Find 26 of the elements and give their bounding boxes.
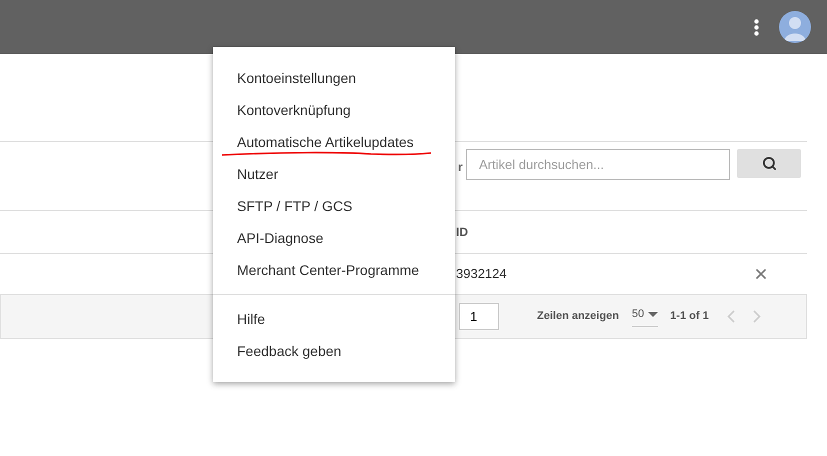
menu-item[interactable]: Kontoeinstellungen [213,62,455,94]
page-range: 1-1 of 1 [670,309,709,324]
menu-item[interactable]: Merchant Center-Programme [213,254,455,286]
search-label: r [458,159,464,176]
menu-item[interactable]: Automatische Artikelupdates [213,126,455,158]
menu-item[interactable]: API-Diagnose [213,222,455,254]
menu-item[interactable]: Kontoverknüpfung [213,94,455,126]
menu-item[interactable]: Hilfe [213,303,455,335]
avatar-icon[interactable] [779,11,811,43]
remove-icon[interactable] [753,266,769,282]
table-cell-text: 3932124 [456,265,507,284]
search-field[interactable]: Artikel durchsuchen... [466,149,730,180]
menu-item[interactable]: SFTP / FTP / GCS [213,190,455,222]
caret-icon [648,312,658,316]
rows-label: Zeilen anzeigen [537,309,619,324]
chevron-right-icon [752,310,761,323]
more-vertical-icon [754,18,759,36]
more-menu-button[interactable] [754,18,759,36]
menu-item[interactable]: Nutzer [213,158,455,190]
page-field[interactable]: 1 [459,303,499,330]
search-icon [762,156,776,171]
menu-item[interactable]: Feedback geben [213,335,455,367]
chevron-left-icon [726,310,735,323]
column-header: ID [456,224,468,241]
search-button[interactable] [737,149,801,178]
rows-per-page-select[interactable]: 50 [632,306,658,328]
